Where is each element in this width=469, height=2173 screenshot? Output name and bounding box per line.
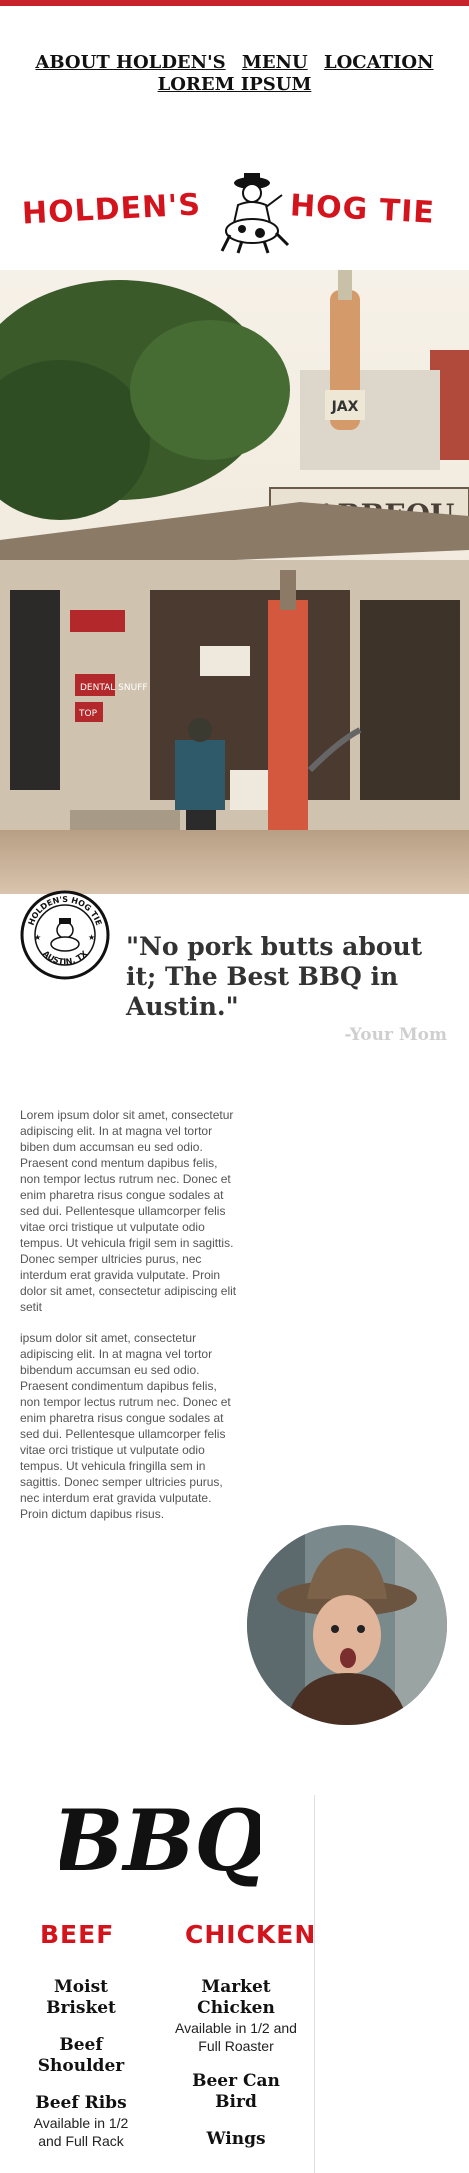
- menu-item-name: Beef Shoulder: [37, 2035, 125, 2076]
- testimonial-quote: "No pork butts about it; The Best BBQ in…: [126, 932, 423, 1021]
- menu-item-name: Beer Can Bird: [192, 2071, 280, 2112]
- beef-category-title: BEEF: [40, 1920, 115, 1949]
- hero-bbq-storefront-image: JAX BARBEQU DENTAL SNUFF TOP: [0, 270, 469, 894]
- dental-sign-text: DENTAL SNUFF: [80, 683, 148, 693]
- bbq-script-heading: BBQ: [60, 1791, 260, 1890]
- nav-menu-link[interactable]: MENU: [237, 52, 313, 73]
- menu-item: Beef Ribs Available in 1/2 and Full Rack: [22, 2093, 140, 2150]
- beef-menu-list: Moist Brisket Beef Shoulder Beef Ribs Av…: [22, 1977, 140, 2166]
- testimonial-author: -Your Mom: [344, 1025, 447, 1045]
- cowboy-pig-logo: [220, 173, 290, 254]
- menu-item: Beer Can Bird: [172, 2071, 300, 2113]
- brand-name-right: HOG TIE: [289, 188, 436, 231]
- svg-text:★: ★: [34, 933, 41, 942]
- main-nav: ABOUT HOLDEN'S MENU LOCATION LOREM IPSUM: [0, 52, 469, 96]
- menu-item-name: Beef Ribs: [35, 2093, 127, 2113]
- menu-column-divider: [314, 1795, 315, 2173]
- menu-item: Wings: [172, 2129, 300, 2150]
- svg-text:★: ★: [88, 933, 95, 942]
- menu-item-name: Moist Brisket: [46, 1977, 116, 2018]
- nav-about-link[interactable]: ABOUT HOLDEN'S: [30, 52, 230, 73]
- chicken-menu-list: Market Chicken Available in 1/2 and Full…: [172, 1977, 300, 2166]
- top-sign-text: TOP: [78, 709, 98, 719]
- menu-item-note: Available in 1/2 and Full Roaster: [175, 2020, 297, 2054]
- top-accent-bar: [0, 0, 469, 6]
- menu-item-name: Wings: [206, 2129, 266, 2149]
- jax-sign-text: JAX: [331, 399, 359, 415]
- nav-location-link[interactable]: LOCATION: [319, 52, 439, 73]
- menu-item: Market Chicken Available in 1/2 and Full…: [172, 1977, 300, 2055]
- menu-item-name: Market Chicken: [197, 1977, 275, 2018]
- owner-portrait-image: [247, 1525, 447, 1725]
- owner-portrait: [245, 1523, 450, 1728]
- holdens-hog-tie-badge-logo: HOLDEN'S HOG TIE AUSTIN, TX ★ ★: [20, 890, 110, 980]
- chicken-category-title: CHICKEN: [185, 1920, 317, 1949]
- bbq-heading-text: BBQ: [60, 1791, 260, 1890]
- about-paragraph-2: ipsum dolor sit amet, consectetur adipis…: [20, 1331, 231, 1521]
- menu-item: Moist Brisket: [22, 1977, 140, 2019]
- brand-name-left: HOLDEN'S: [21, 187, 202, 232]
- menu-item: Beef Shoulder: [22, 2035, 140, 2077]
- menu-item-note: Available in 1/2 and Full Rack: [33, 2115, 129, 2149]
- about-paragraph-1: Lorem ipsum dolor sit amet, consectetur …: [20, 1108, 237, 1314]
- nav-lorem-link[interactable]: LOREM IPSUM: [153, 74, 317, 95]
